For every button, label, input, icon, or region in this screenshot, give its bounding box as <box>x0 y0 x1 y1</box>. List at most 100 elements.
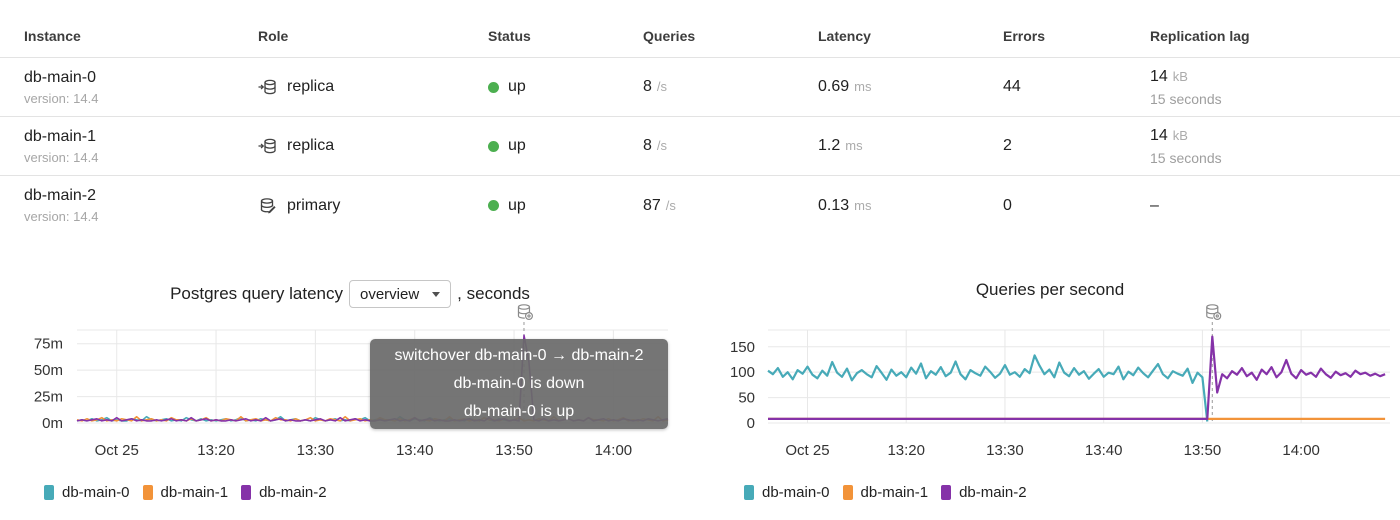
replication-lag-value: – <box>1150 196 1159 214</box>
instance-cell: db-main-1 version: 14.4 <box>24 128 258 165</box>
status-dot <box>488 140 499 152</box>
legend-item-db-main-0[interactable]: db-main-0 <box>744 484 830 501</box>
tooltip-line: switchover db-main-0 → db-main-2 <box>394 347 644 364</box>
legend-label: db-main-1 <box>860 484 929 501</box>
instance-row-db-main-1: db-main-1 version: 14.4 replica up 8/s 1.2 ms 2… <box>0 117 1400 176</box>
latency-chart-legend: db-main-0 db-main-1 db-main-2 <box>44 484 327 501</box>
legend-label: db-main-2 <box>259 484 327 501</box>
replication-lag-unit: kB <box>1172 127 1188 143</box>
instance-table: Instance Role Status Queries Latency Err… <box>0 14 1400 235</box>
svg-text:25m: 25m <box>34 389 63 406</box>
svg-text:Oct 25: Oct 25 <box>785 442 829 459</box>
qps-chart-title-text: Queries per second <box>975 280 1125 299</box>
legend-color-swatch <box>842 485 853 500</box>
qps-chart-legend: db-main-0 db-main-1 db-main-2 <box>744 484 1027 501</box>
queries-value: 8 <box>643 137 652 154</box>
latency-unit: ms <box>854 79 872 94</box>
qps-chart-title: Queries per second <box>700 280 1400 300</box>
legend-color-swatch <box>44 485 54 500</box>
legend-item-db-main-2[interactable]: db-main-2 <box>241 484 327 501</box>
instance-table-body: db-main-0 version: 14.4 replica up 8/s 0.69 ms… <box>0 58 1400 235</box>
column-header-replication-lag: Replication lag <box>1150 27 1250 44</box>
instance-row-db-main-2: db-main-2 version: 14.4 primary up 87/s 0.13 m… <box>0 176 1400 235</box>
svg-text:14:00: 14:00 <box>595 442 633 459</box>
svg-text:75m: 75m <box>34 336 63 353</box>
column-header-latency: Latency <box>818 27 871 44</box>
status-label: up <box>508 78 526 95</box>
column-header-status: Status <box>488 27 531 44</box>
database-gear-icon <box>1206 304 1222 321</box>
queries-unit: /s <box>656 138 668 153</box>
svg-text:13:30: 13:30 <box>297 442 335 459</box>
legend-color-swatch <box>142 485 153 500</box>
queries-value: 87 <box>643 196 661 214</box>
role-label: replica <box>287 137 335 154</box>
legend-item-db-main-1[interactable]: db-main-1 <box>842 484 929 501</box>
role-cell: replica <box>258 77 488 97</box>
queries-unit: /s <box>656 79 668 94</box>
svg-text:13:30: 13:30 <box>986 442 1024 459</box>
legend-label: db-main-1 <box>160 484 229 501</box>
replication-lag-value: 14 <box>1150 67 1168 85</box>
svg-text:0: 0 <box>747 415 755 432</box>
replication-lag-time: 15 seconds <box>1150 149 1222 166</box>
latency-value: 1.2 <box>818 137 841 154</box>
status-label: up <box>508 137 526 154</box>
latency-cell: 1.2 ms <box>818 137 1003 155</box>
legend-item-db-main-1[interactable]: db-main-1 <box>142 484 229 501</box>
instance-version: version: 14.4 <box>24 209 99 224</box>
instance-table-header: Instance Role Status Queries Latency Err… <box>0 14 1400 58</box>
column-header-instance: Instance <box>24 27 81 44</box>
errors-cell: 44 <box>1003 78 1021 95</box>
column-header-errors: Errors <box>1003 27 1046 44</box>
svg-text:0m: 0m <box>42 415 63 432</box>
qps-chart[interactable]: 0 50 100 150 Oct 25 13:20 13:30 13:40 13:50 14:00 <box>700 300 1400 470</box>
svg-text:50: 50 <box>738 390 755 407</box>
latency-cell: 0.13 ms <box>818 197 1003 215</box>
tooltip-line: db-main-0 is up <box>463 403 575 420</box>
svg-text:14:00: 14:00 <box>1282 442 1320 459</box>
tooltip-line: db-main-0 is down <box>453 375 585 392</box>
column-header-queries: Queries <box>643 27 696 44</box>
db-replica-icon <box>258 136 278 156</box>
chart-annotation-tooltip: switchover db-main-0 → db-main-2 db-main-… <box>370 339 668 429</box>
status-label: up <box>508 196 526 214</box>
latency-value: 0.69 <box>818 78 850 95</box>
chevron-down-icon <box>432 291 441 297</box>
role-label: replica <box>287 78 335 95</box>
svg-text:13:50: 13:50 <box>1184 442 1222 459</box>
replication-lag-cell: – <box>1150 197 1400 215</box>
latency-unit: ms <box>845 138 863 153</box>
replication-lag-time: 15 seconds <box>1150 90 1222 107</box>
queries-cell: 8/s <box>643 78 818 96</box>
errors-cell: 0 <box>1003 196 1012 214</box>
replication-lag-value: 14 <box>1150 126 1168 144</box>
queries-value: 8 <box>643 78 652 95</box>
status-cell: up <box>488 197 643 215</box>
legend-color-swatch <box>241 485 252 500</box>
latency-value: 0.13 <box>818 196 850 214</box>
queries-cell: 87/s <box>643 197 818 215</box>
instance-name: db-main-2 <box>24 187 97 204</box>
svg-text:50m: 50m <box>34 362 63 379</box>
database-gear-icon <box>517 304 533 321</box>
svg-text:Oct 25: Oct 25 <box>95 442 139 459</box>
legend-color-swatch <box>941 485 952 500</box>
latency-cell: 0.69 ms <box>818 78 1003 96</box>
legend-label: db-main-0 <box>762 484 830 501</box>
legend-item-db-main-0[interactable]: db-main-0 <box>44 484 130 501</box>
latency-unit: ms <box>854 197 872 213</box>
svg-text:100: 100 <box>730 364 755 381</box>
instance-version: version: 14.4 <box>24 149 99 165</box>
role-cell: replica <box>258 136 488 156</box>
queries-cell: 8/s <box>643 137 818 155</box>
legend-label: db-main-0 <box>62 484 130 501</box>
queries-unit: /s <box>665 197 676 213</box>
legend-label: db-main-2 <box>959 484 1027 501</box>
column-header-role: Role <box>258 27 289 44</box>
legend-item-db-main-2[interactable]: db-main-2 <box>941 484 1027 501</box>
role-label: primary <box>287 196 341 214</box>
status-dot <box>488 200 499 211</box>
instance-cell: db-main-0 version: 14.4 <box>24 69 258 106</box>
db-replica-icon <box>258 77 278 97</box>
